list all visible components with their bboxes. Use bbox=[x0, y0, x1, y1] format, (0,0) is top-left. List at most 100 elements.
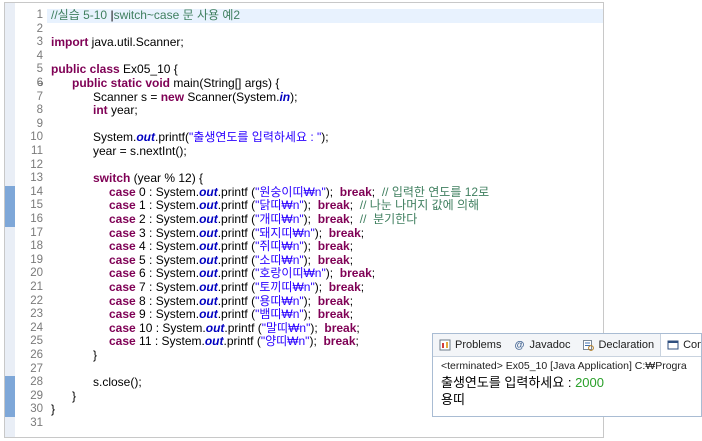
tab-problems[interactable]: Problems bbox=[433, 334, 507, 356]
code-token: out bbox=[199, 307, 218, 322]
code-token: public static void bbox=[72, 76, 171, 90]
code-token: case bbox=[109, 320, 136, 335]
code-token: new bbox=[160, 89, 185, 104]
code-token: ); bbox=[303, 212, 312, 226]
tab-javadoc[interactable]: @ Javadoc bbox=[507, 334, 576, 356]
code-token: switch~case 문 사용 예2 bbox=[113, 8, 241, 22]
code-token: break bbox=[317, 198, 350, 213]
tab-console[interactable]: Con bbox=[660, 334, 701, 356]
code-token: break bbox=[317, 212, 350, 226]
code-token: out bbox=[204, 334, 224, 349]
code-token: break bbox=[317, 252, 350, 267]
code-line: import java.util.Scanner; bbox=[47, 35, 603, 50]
code-token: case bbox=[109, 184, 136, 199]
code-token: out bbox=[199, 225, 218, 240]
code-token: break bbox=[339, 184, 372, 199]
code-token: } bbox=[51, 402, 56, 417]
line-number: 27 bbox=[30, 362, 43, 375]
code-token: .printf ( bbox=[217, 307, 256, 322]
code-token: .printf ( bbox=[217, 212, 256, 226]
code-line: int year; bbox=[47, 103, 603, 118]
code-token: // 입력한 연도를 12로 bbox=[381, 184, 490, 199]
line-number: 7 bbox=[36, 90, 43, 103]
code-token: case bbox=[109, 198, 136, 213]
view-tabs: Problems @ Javadoc Declaration Con bbox=[433, 334, 701, 357]
code-token: break bbox=[328, 280, 361, 294]
code-line: Scanner s = new Scanner(System.in); bbox=[47, 89, 603, 105]
javadoc-icon: @ bbox=[514, 339, 525, 351]
code-token: ; bbox=[349, 293, 354, 308]
code-token: year = s.nextInt(); bbox=[93, 144, 187, 158]
code-token: case bbox=[109, 212, 136, 226]
code-token: in bbox=[279, 89, 291, 104]
code-token: "양띠₩n" bbox=[260, 334, 310, 349]
code-token: 9 : System. bbox=[135, 307, 200, 322]
code-token: ); bbox=[303, 198, 312, 213]
code-token: year; bbox=[107, 103, 138, 118]
code-token: break bbox=[324, 320, 357, 335]
code-token: ; bbox=[356, 320, 360, 335]
code-token: .printf( bbox=[155, 130, 190, 145]
code-line: case 2 : System.out.printf ("개띠₩n"); bre… bbox=[47, 212, 603, 227]
code-token: case bbox=[109, 293, 136, 308]
code-token: Scanner(System. bbox=[184, 89, 280, 104]
code-token: ); bbox=[309, 334, 317, 349]
console-prompt: 출생연도를 입력하세요 : bbox=[441, 375, 576, 390]
code-token: java.util.Scanner; bbox=[88, 35, 184, 50]
line-number: 2 bbox=[36, 22, 43, 35]
line-number: 16 bbox=[30, 213, 43, 225]
line-number: 5 bbox=[36, 63, 43, 76]
code-token: //실습 5-10 bbox=[51, 8, 108, 22]
code-token: ); bbox=[303, 293, 312, 308]
code-token: break bbox=[317, 293, 350, 308]
line-number: 23 bbox=[30, 308, 43, 321]
code-token: out bbox=[199, 212, 218, 226]
code-token: Ex05_10 { bbox=[119, 62, 178, 77]
code-token: "원숭이띠₩n" bbox=[255, 184, 326, 199]
code-token: out bbox=[199, 184, 218, 199]
code-token: .printf ( bbox=[217, 280, 256, 294]
code-token: main(String[] args) { bbox=[170, 76, 280, 90]
code-token: "출생연도를 입력하세요 : " bbox=[189, 130, 322, 145]
console-panel[interactable]: Problems @ Javadoc Declaration Con <term… bbox=[432, 333, 702, 417]
line-number: 31 bbox=[30, 417, 43, 429]
tab-javadoc-label: Javadoc bbox=[529, 339, 571, 351]
code-token: ); bbox=[321, 130, 329, 145]
line-number: 20 bbox=[30, 267, 43, 280]
fold-collapse-icon[interactable]: ⊖ bbox=[37, 77, 44, 91]
console-output-line-2: 용띠 bbox=[441, 392, 465, 407]
line-number: 14 bbox=[30, 185, 43, 198]
code-token: "호랑이띠₩n" bbox=[255, 266, 326, 281]
line-number: 12 bbox=[30, 158, 43, 171]
code-token: out bbox=[199, 198, 218, 213]
line-number: 21 bbox=[30, 281, 43, 293]
code-token: ); bbox=[310, 320, 318, 335]
line-number: 30 bbox=[30, 403, 43, 416]
code-line: year = s.nextInt(); bbox=[47, 144, 603, 159]
line-number: 13 bbox=[30, 172, 43, 185]
tab-declaration[interactable]: Declaration bbox=[576, 334, 660, 356]
code-token: int bbox=[93, 103, 108, 118]
code-token: "뱀띠₩n" bbox=[255, 307, 304, 322]
code-token: ; bbox=[360, 225, 365, 240]
code-token: ); bbox=[290, 89, 298, 104]
code-token: ); bbox=[325, 266, 334, 281]
line-number: 9 bbox=[36, 117, 43, 130]
code-token: break bbox=[328, 225, 361, 240]
code-token: .printf ( bbox=[217, 198, 256, 213]
code-token: 8 : System. bbox=[135, 293, 200, 308]
code-token: out bbox=[136, 130, 155, 145]
code-token: public class bbox=[51, 62, 120, 77]
line-number: 19 bbox=[30, 253, 43, 266]
code-token: out bbox=[199, 266, 218, 281]
code-token: case bbox=[109, 252, 136, 267]
code-token: out bbox=[199, 280, 218, 294]
code-token: case bbox=[109, 280, 136, 294]
code-token: case bbox=[109, 239, 136, 254]
tab-problems-label: Problems bbox=[455, 339, 502, 351]
code-line: case 3 : System.out.printf ("돼지띠₩n"); br… bbox=[47, 225, 603, 241]
code-token: .printf ( bbox=[217, 184, 256, 199]
code-token: 6 : System. bbox=[135, 266, 200, 281]
code-token: "소띠₩n" bbox=[255, 252, 304, 267]
code-token: ); bbox=[314, 280, 323, 294]
